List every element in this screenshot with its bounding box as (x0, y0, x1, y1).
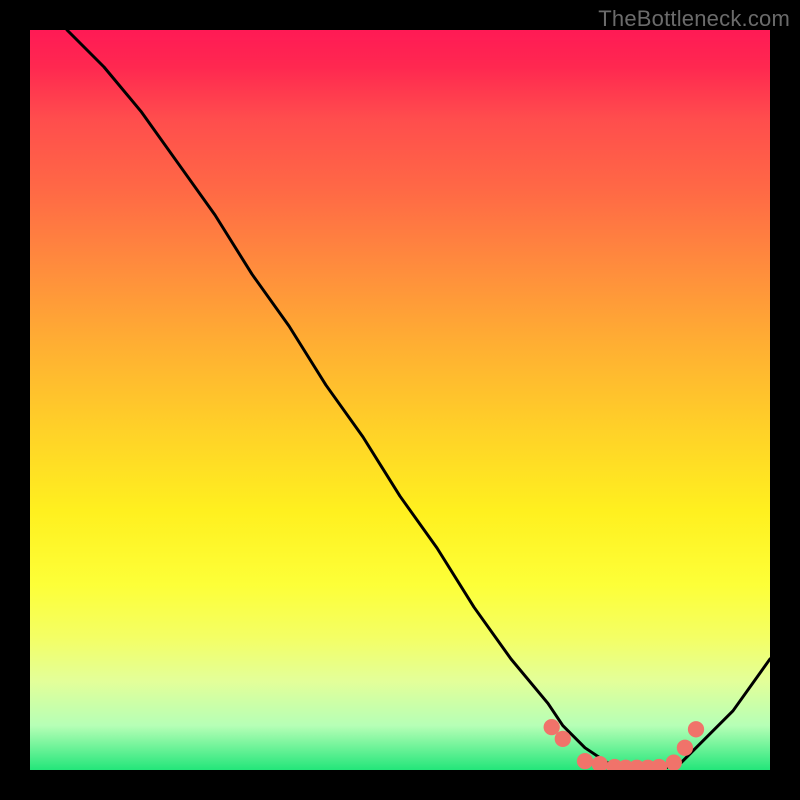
marker-dot (555, 731, 571, 747)
marker-dot (666, 754, 682, 770)
optimal-range-dots (544, 719, 705, 770)
watermark-label: TheBottleneck.com (598, 6, 790, 32)
bottleneck-curve (67, 30, 770, 770)
chart-container: TheBottleneck.com (0, 0, 800, 800)
plot-area (30, 30, 770, 770)
marker-dot (544, 719, 560, 735)
marker-dot (677, 740, 693, 756)
marker-dot (577, 753, 593, 769)
marker-dot (688, 721, 704, 737)
chart-svg (30, 30, 770, 770)
marker-dot (592, 756, 608, 770)
marker-dot (651, 759, 667, 770)
